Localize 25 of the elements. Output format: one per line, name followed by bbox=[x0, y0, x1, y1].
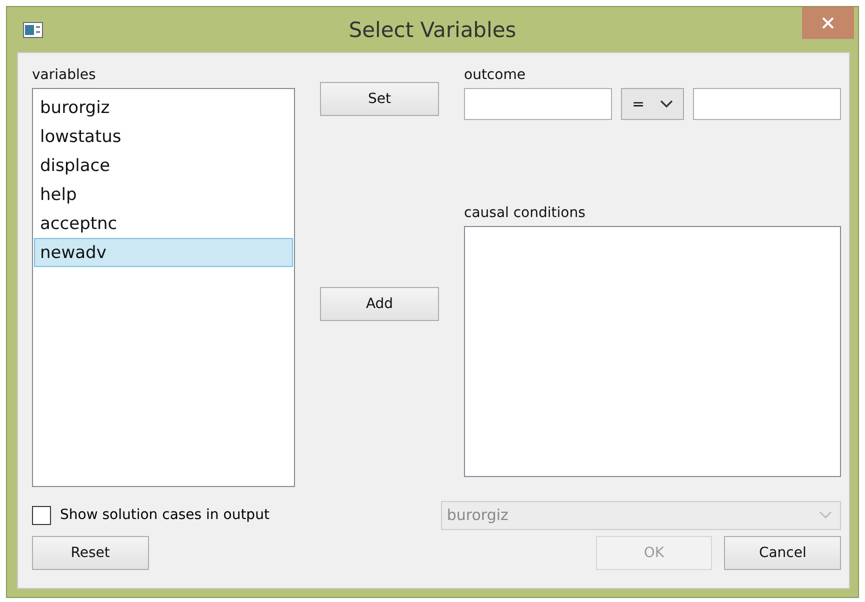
outcome-value-field[interactable] bbox=[693, 88, 841, 120]
outcome-label: outcome bbox=[464, 67, 526, 85]
close-button[interactable] bbox=[802, 7, 854, 39]
variable-item[interactable]: acceptnc bbox=[34, 209, 293, 238]
dialog-button[interactable]: Cancel bbox=[724, 536, 842, 570]
window-title: Select Variables bbox=[348, 18, 516, 42]
set-button[interactable]: Set bbox=[320, 82, 439, 116]
operator-dropdown[interactable]: = bbox=[621, 88, 684, 120]
outcome-field[interactable] bbox=[464, 88, 612, 120]
window-icon bbox=[23, 22, 43, 38]
checkbox[interactable] bbox=[32, 506, 51, 524]
variable-item[interactable]: help bbox=[34, 180, 293, 209]
chevron-icon bbox=[660, 100, 673, 108]
checkbox-label: Show solution cases in output bbox=[60, 507, 270, 523]
causal-conditions-label: causal conditions bbox=[464, 205, 586, 223]
dialog-button[interactable]: Reset bbox=[32, 536, 149, 570]
close-icon bbox=[822, 17, 834, 29]
variables-label: variables bbox=[32, 67, 97, 85]
variable-item[interactable]: newadv bbox=[34, 238, 293, 267]
variables-list[interactable]: burorgiz lowstatus displace help acceptnc newadv bbox=[32, 88, 295, 487]
variable-item[interactable]: displace bbox=[34, 151, 293, 180]
variable-item[interactable]: lowstatus bbox=[34, 122, 293, 151]
variable-item[interactable]: burorgiz bbox=[34, 93, 293, 122]
add-button[interactable]: Add bbox=[320, 287, 439, 321]
chevron-icon bbox=[819, 511, 832, 519]
